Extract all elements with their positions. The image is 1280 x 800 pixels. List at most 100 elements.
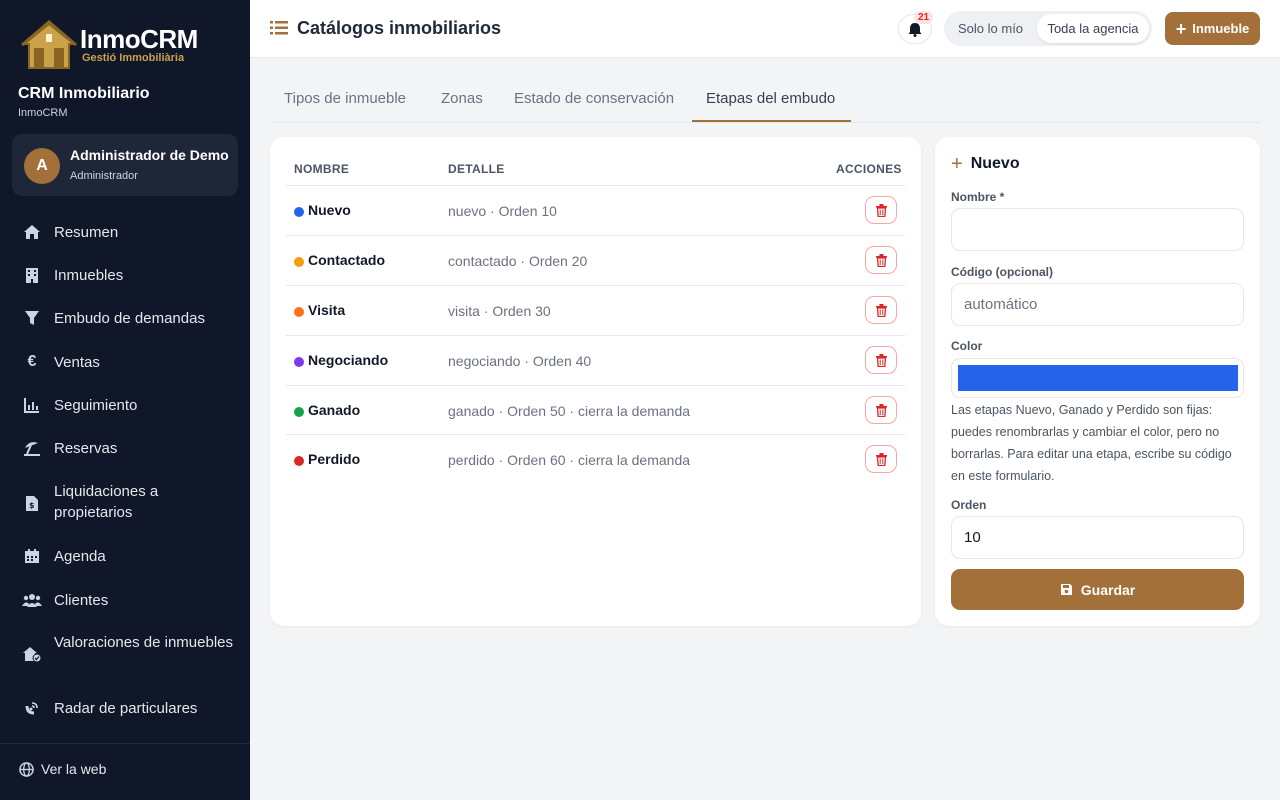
plus-icon: + [1175, 18, 1187, 39]
home-icon [22, 222, 42, 242]
delete-button[interactable] [865, 246, 897, 274]
save-icon [1060, 584, 1072, 595]
sidebar-item-valoraciones[interactable]: Valoraciones de inmuebles [0, 632, 250, 676]
column-header-name: NOMBRE [294, 162, 350, 176]
sidebar-item-ventas[interactable]: € Ventas [0, 351, 250, 373]
umbrella-beach-icon [22, 438, 42, 458]
scope-toggle: Solo lo mío Toda la agencia [944, 11, 1152, 46]
stage-detail: ganado · Orden 50 · cierra la demanda [448, 403, 691, 419]
trash-icon [875, 353, 887, 367]
name-input[interactable] [951, 208, 1244, 251]
view-website-label: Ver la web [41, 761, 107, 777]
table-row[interactable]: Ganado ganado · Orden 50 · cierra la dema… [286, 385, 905, 435]
sidebar-item-label: Liquidaciones a propietarios [54, 483, 159, 521]
stage-color-dot [294, 257, 304, 267]
stage-detail: contactado · Orden 20 [448, 253, 588, 269]
new-property-button[interactable]: + Inmueble [1165, 12, 1260, 45]
trash-icon [875, 403, 887, 417]
stage-name: Negociando [308, 352, 389, 368]
list-icon[interactable] [270, 20, 288, 36]
stage-detail: negociando · Orden 40 [448, 353, 592, 369]
sidebar-item-label: Valoraciones de inmuebles [54, 634, 233, 651]
table-row[interactable]: Visita visita · Orden 30 [286, 285, 905, 335]
sidebar-item-label: Radar de particulares [54, 699, 198, 717]
globe-icon [18, 761, 34, 777]
save-button[interactable]: Guardar [951, 569, 1244, 610]
stage-detail: nuevo · Orden 10 [448, 203, 557, 219]
sidebar-item-label: Reservas [54, 439, 118, 457]
invoice-icon: $ [22, 493, 42, 513]
top-header: Catálogos inmobiliarios 21 Solo lo mío T… [250, 0, 1280, 58]
sidebar-item-label: Embudo de demandas [54, 309, 205, 327]
sidebar-item-clientes[interactable]: Clientes [0, 589, 250, 611]
sidebar-item-resumen[interactable]: Resumen [0, 221, 250, 243]
active-tab-indicator [692, 120, 851, 122]
stage-color-dot [294, 207, 304, 217]
code-input[interactable] [951, 283, 1244, 326]
radar-icon [22, 698, 42, 718]
brand-logo[interactable]: InmoCRM Gestió Immobiliària [20, 18, 198, 72]
stage-name: Ganado [308, 402, 361, 418]
scope-mine-button[interactable]: Solo lo mío [958, 21, 1023, 36]
sidebar-item-inmuebles[interactable]: Inmuebles [0, 264, 250, 286]
sidebar-item-label: Agenda [54, 547, 106, 565]
table-row[interactable]: Nuevo nuevo · Orden 10 [286, 185, 905, 235]
new-property-label: Inmueble [1192, 21, 1250, 36]
sidebar-item-label: Resumen [54, 223, 119, 241]
delete-button[interactable] [865, 346, 897, 374]
stage-name: Perdido [308, 451, 361, 467]
column-header-detail: DETALLE [448, 162, 505, 176]
stage-color-dot [294, 307, 304, 317]
color-picker[interactable] [951, 358, 1244, 398]
delete-button[interactable] [865, 296, 897, 324]
color-swatch [958, 365, 1238, 391]
scope-agency-button[interactable]: Toda la agencia [1037, 14, 1149, 43]
sidebar-item-label: Inmuebles [54, 266, 124, 284]
stage-name: Nuevo [308, 202, 351, 218]
stage-detail: perdido · Orden 60 · cierra la demanda [448, 452, 691, 468]
code-label: Código (opcional) [951, 265, 1053, 279]
sidebar-item-embudo[interactable]: Embudo de demandas [0, 307, 250, 329]
plus-icon: + [951, 153, 963, 175]
form-title: + Nuevo [951, 153, 1020, 175]
trash-icon [875, 203, 887, 217]
form-help-text: Las etapas Nuevo, Ganado y Perdido son f… [951, 403, 1232, 483]
delete-button[interactable] [865, 396, 897, 424]
stage-color-dot [294, 456, 304, 466]
calendar-icon [22, 546, 42, 566]
stage-color-dot [294, 357, 304, 367]
view-website-link[interactable]: Ver la web [18, 761, 106, 777]
tab-etapas-embudo[interactable]: Etapas del embudo [706, 90, 835, 107]
sidebar-item-reservas[interactable]: Reservas [0, 437, 250, 459]
table-row[interactable]: Contactado contactado · Orden 20 [286, 235, 905, 285]
column-header-actions: ACCIONES [836, 162, 902, 176]
sidebar-divider [0, 743, 250, 744]
sidebar-item-radar[interactable]: Radar de particulares [0, 697, 250, 719]
new-stage-form: + Nuevo Nombre * Código (opcional) Color… [935, 137, 1260, 626]
delete-button[interactable] [865, 196, 897, 224]
sidebar-item-label: Seguimiento [54, 396, 138, 414]
stage-name: Visita [308, 302, 346, 318]
form-title-label: Nuevo [970, 155, 1020, 172]
table-row[interactable]: Negociando negociando · Orden 40 [286, 335, 905, 385]
delete-button[interactable] [865, 445, 897, 473]
stage-name: Contactado [308, 252, 385, 268]
app-name: CRM Inmobiliario [18, 85, 150, 102]
svg-text:$: $ [29, 501, 35, 510]
name-label: Nombre * [951, 190, 1005, 204]
tab-estado-conservacion[interactable]: Estado de conservación [514, 90, 674, 107]
euro-icon: € [27, 353, 37, 370]
tab-tipos-inmueble[interactable]: Tipos de inmueble [284, 90, 406, 107]
notifications-badge: 21 [914, 11, 934, 24]
avatar: A [24, 148, 60, 184]
sidebar-item-agenda[interactable]: Agenda [0, 545, 250, 567]
sidebar-item-liquidaciones[interactable]: $ Liquidaciones a propietarios [0, 481, 250, 525]
color-label: Color [951, 339, 983, 353]
table-row[interactable]: Perdido perdido · Orden 60 · cierra la de… [286, 434, 905, 484]
order-input[interactable] [951, 516, 1244, 559]
user-card[interactable]: A Administrador de Demo Administrador [12, 134, 238, 196]
trash-icon [875, 452, 887, 466]
tab-zonas[interactable]: Zonas [441, 90, 483, 107]
app-subtitle: InmoCRM [18, 107, 68, 119]
sidebar-item-seguimiento[interactable]: Seguimiento [0, 394, 250, 416]
